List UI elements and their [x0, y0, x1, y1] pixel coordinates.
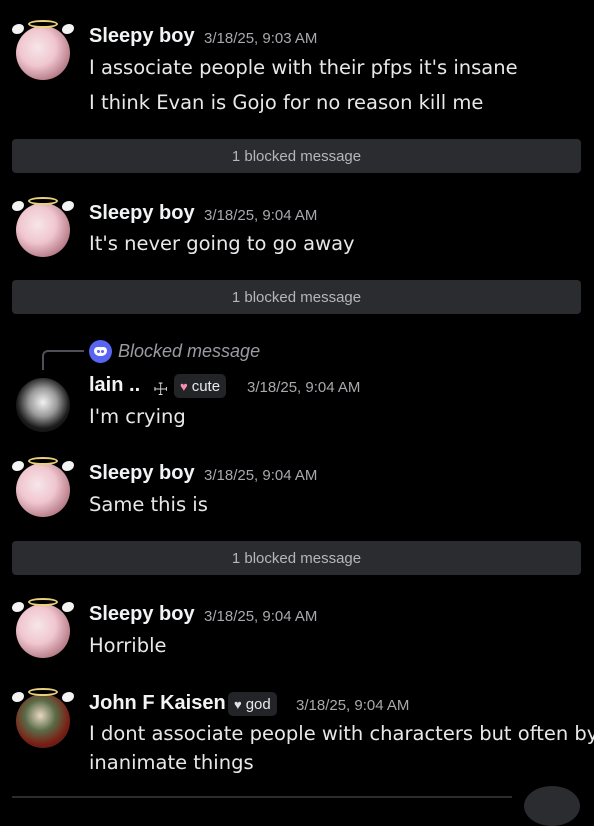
role-tag[interactable]: ♥ cute — [174, 374, 227, 398]
wing-icon — [12, 461, 24, 471]
message-text: Horrible — [89, 634, 167, 657]
avatar — [16, 463, 70, 517]
timestamp: 3/18/25, 9:04 AM — [204, 207, 318, 224]
divider — [12, 796, 512, 798]
reply-preview[interactable]: Blocked message — [118, 341, 260, 362]
wing-icon — [12, 201, 24, 211]
tag-label: cute — [191, 377, 221, 395]
avatar — [16, 378, 70, 432]
halo-icon — [28, 688, 58, 696]
wing-icon — [62, 461, 74, 471]
author-name[interactable]: Sleepy boy — [89, 603, 195, 626]
blocked-message-bar[interactable]: 1 blocked message — [12, 280, 581, 314]
tag-label: god — [245, 695, 271, 713]
avatar — [16, 26, 70, 80]
floating-button[interactable] — [524, 786, 580, 826]
wing-icon — [62, 692, 74, 702]
blocked-message-bar[interactable]: 1 blocked message — [12, 541, 581, 575]
wing-icon — [12, 24, 24, 34]
message-text: It's never going to go away — [89, 232, 355, 255]
reply-connector — [42, 350, 84, 370]
message-text: Same this is — [89, 493, 208, 516]
pink-heart-icon: ♥ — [180, 378, 188, 394]
message-text: inanimate things — [89, 751, 254, 774]
avatar — [16, 203, 70, 257]
wing-icon — [62, 201, 74, 211]
wing-icon — [12, 602, 24, 612]
role-tag[interactable]: ♥ god — [228, 692, 277, 716]
avatar-john-f-kaisen[interactable] — [12, 688, 74, 748]
avatar-lain[interactable] — [14, 374, 72, 432]
avatar — [16, 604, 70, 658]
author-name[interactable]: Sleepy boy — [89, 202, 195, 225]
white-heart-icon: ♥ — [234, 696, 242, 712]
author-name[interactable]: John F Kaisen — [89, 692, 226, 715]
author-name[interactable]: lain .. — [89, 374, 140, 397]
wing-icon — [62, 602, 74, 612]
blocked-message-bar[interactable]: 1 blocked message — [12, 139, 581, 173]
avatar-sleepy-boy-3[interactable] — [12, 457, 74, 517]
avatar — [16, 694, 70, 748]
timestamp: 3/18/25, 9:04 AM — [204, 608, 318, 625]
timestamp: 3/18/25, 9:04 AM — [296, 697, 410, 714]
message-text: I think Evan is Gojo for no reason kill … — [89, 91, 484, 114]
timestamp: 3/18/25, 9:04 AM — [247, 379, 361, 396]
cross-icon: ☩ — [153, 380, 169, 400]
wing-icon — [62, 24, 74, 34]
wing-icon — [12, 692, 24, 702]
timestamp: 3/18/25, 9:04 AM — [204, 467, 318, 484]
halo-icon — [28, 457, 58, 465]
halo-icon — [28, 598, 58, 606]
halo-icon — [28, 20, 58, 28]
avatar-sleepy-boy-4[interactable] — [12, 598, 74, 658]
author-name[interactable]: Sleepy boy — [89, 462, 195, 485]
message-text: I'm crying — [89, 405, 186, 428]
discord-icon — [89, 340, 112, 363]
avatar-sleepy-boy-2[interactable] — [12, 197, 74, 257]
halo-icon — [28, 197, 58, 205]
message-text: I associate people with their pfps it's … — [89, 56, 518, 79]
avatar-sleepy-boy-1[interactable] — [12, 20, 74, 80]
timestamp: 3/18/25, 9:03 AM — [204, 30, 318, 47]
message-text: I dont associate people with characters … — [89, 722, 594, 745]
author-name[interactable]: Sleepy boy — [89, 25, 195, 48]
